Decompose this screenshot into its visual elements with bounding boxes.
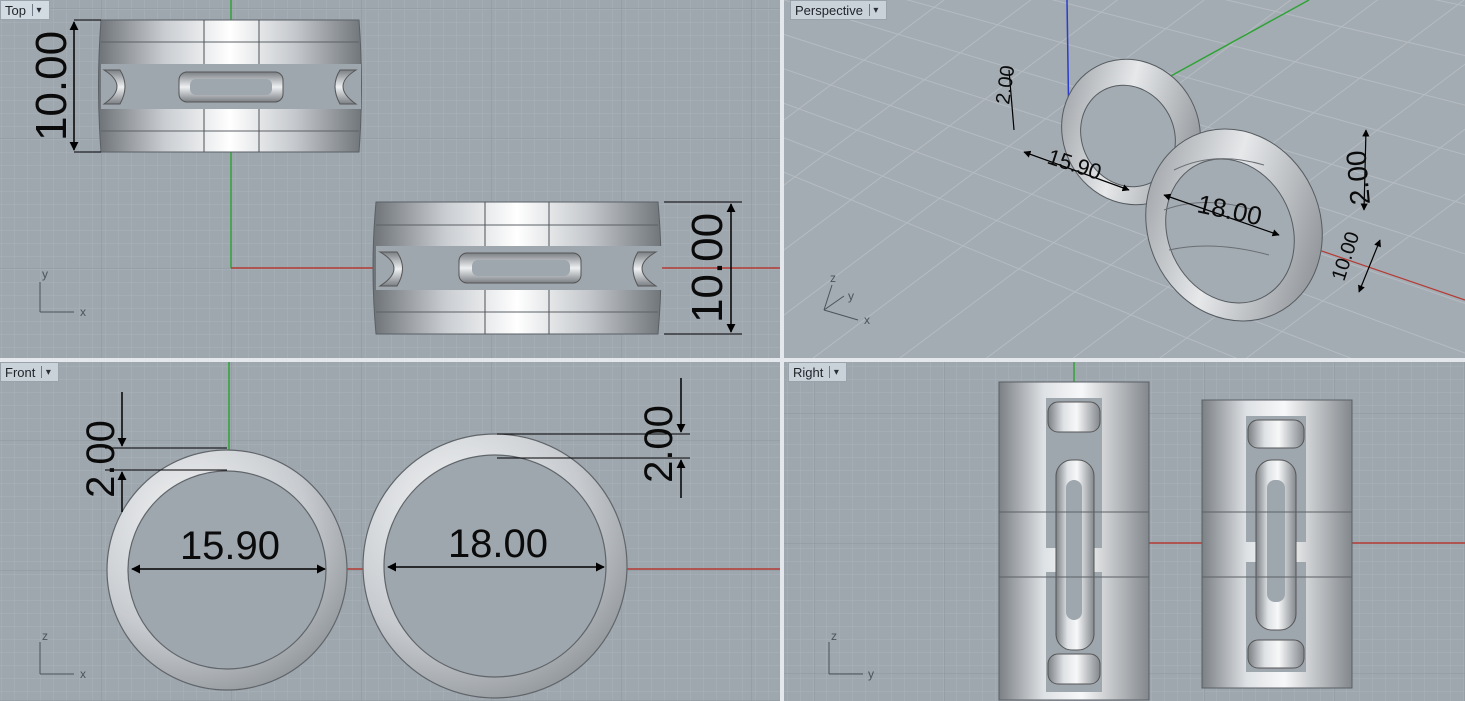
ring-small-right[interactable] bbox=[998, 381, 1150, 701]
viewport-front[interactable]: 2.00 15.90 18.00 2.00 z x Front ▾ bbox=[0, 362, 780, 701]
perspective-viewport-canvas[interactable]: 2.00 15.90 18.00 2.00 10.00 z y x bbox=[784, 0, 1465, 358]
viewport-tab-perspective[interactable]: Perspective ▾ bbox=[790, 0, 887, 20]
dimension-label: 2.00 bbox=[637, 405, 681, 483]
front-viewport-canvas[interactable]: 2.00 15.90 18.00 2.00 z x bbox=[0, 362, 780, 701]
viewport-divider-vertical[interactable] bbox=[780, 0, 784, 701]
axis-label: x bbox=[864, 313, 870, 327]
top-viewport-canvas[interactable]: 10.00 10.00 y x bbox=[0, 0, 780, 358]
axis-label: z bbox=[830, 271, 836, 285]
right-viewport-canvas[interactable]: z y bbox=[784, 362, 1465, 701]
viewport-divider-horizontal[interactable] bbox=[0, 358, 1465, 362]
ring-large-right[interactable] bbox=[1201, 399, 1353, 689]
chevron-down-icon[interactable]: ▾ bbox=[868, 4, 882, 16]
dimension-label: 15.90 bbox=[180, 524, 280, 568]
axis-label: z bbox=[831, 629, 837, 643]
viewport-title: Front bbox=[5, 364, 36, 380]
viewport-right[interactable]: z y Right ▾ bbox=[784, 362, 1465, 701]
axis-label: x bbox=[80, 305, 86, 319]
chevron-down-icon[interactable]: ▾ bbox=[41, 366, 54, 378]
axis-label: y bbox=[42, 267, 48, 281]
rhino-viewports-window: 10.00 10.00 y x Top ▾ 2.00 15.90 18.00 2… bbox=[0, 0, 1465, 701]
dimension-label: 2.00 bbox=[79, 420, 123, 498]
chevron-down-icon[interactable]: ▾ bbox=[829, 366, 842, 378]
viewport-title: Right bbox=[793, 364, 824, 380]
chevron-down-icon[interactable]: ▾ bbox=[31, 4, 45, 16]
ring-small-front[interactable] bbox=[106, 449, 348, 691]
axis-label: z bbox=[42, 629, 48, 643]
ring-large-top[interactable] bbox=[372, 201, 662, 335]
dimension-label: 10.00 bbox=[27, 31, 76, 141]
viewport-title: Perspective bbox=[795, 2, 863, 18]
dimension-label: 2.00 bbox=[1340, 149, 1376, 206]
axis-label: y bbox=[848, 289, 854, 303]
ring-large-front[interactable] bbox=[362, 433, 628, 699]
axis-label: x bbox=[80, 667, 86, 681]
ring-small-top[interactable] bbox=[98, 19, 362, 153]
viewport-tab-right[interactable]: Right ▾ bbox=[788, 362, 848, 382]
viewport-perspective[interactable]: 2.00 15.90 18.00 2.00 10.00 z y x Perspe… bbox=[784, 0, 1465, 358]
viewport-tab-top[interactable]: Top ▾ bbox=[0, 0, 50, 20]
dimension-label: 18.00 bbox=[448, 522, 548, 566]
viewport-top[interactable]: 10.00 10.00 y x Top ▾ bbox=[0, 0, 780, 358]
viewport-title: Top bbox=[5, 2, 26, 18]
axis-label: y bbox=[868, 667, 874, 681]
viewport-tab-front[interactable]: Front ▾ bbox=[0, 362, 60, 382]
dimension-label: 10.00 bbox=[683, 213, 732, 323]
